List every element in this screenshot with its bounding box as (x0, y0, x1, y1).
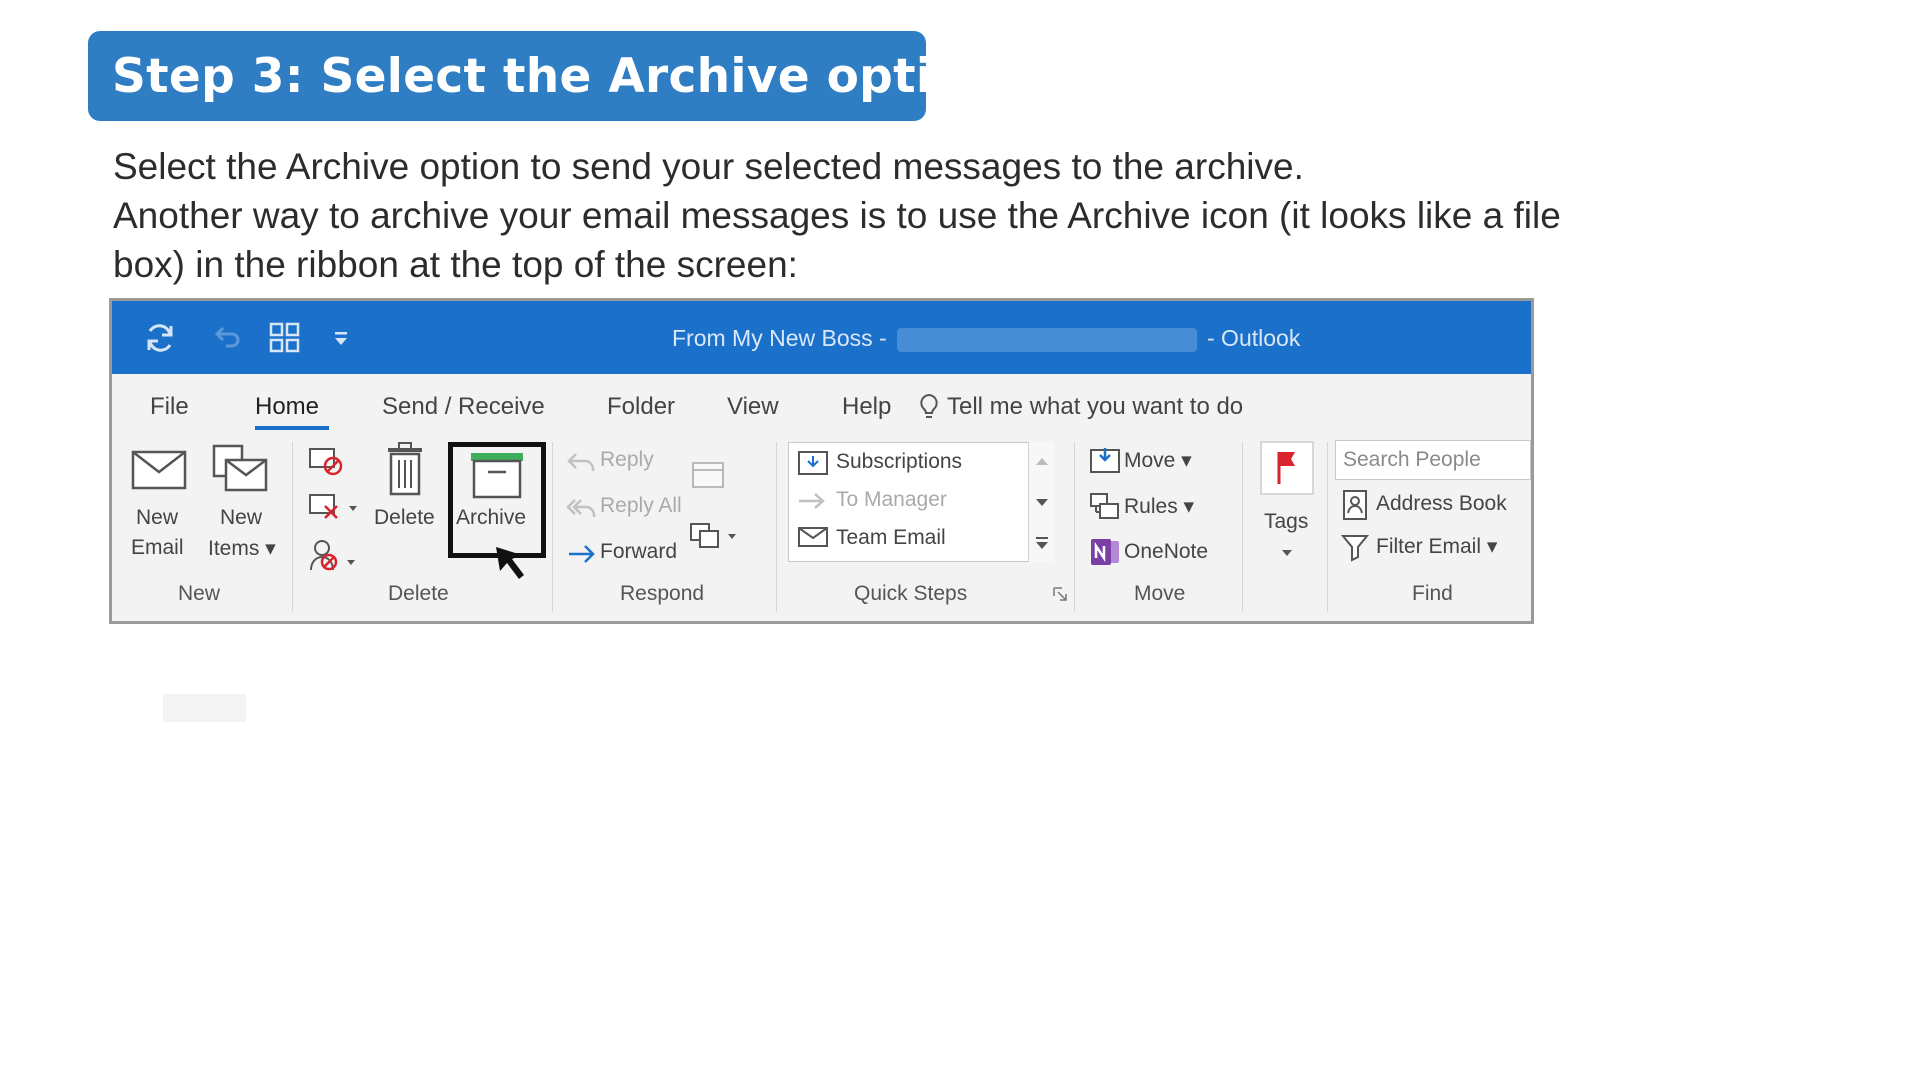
tab-file[interactable]: File (150, 393, 189, 421)
reply-label[interactable]: Reply (600, 448, 654, 472)
step-title: Step 3: Select the Archive option (112, 48, 999, 104)
apps-grid-icon[interactable] (267, 320, 303, 356)
filter-icon[interactable] (1340, 532, 1370, 562)
onenote-button[interactable]: OneNote (1124, 540, 1208, 564)
quick-step-subscriptions[interactable]: Subscriptions (836, 450, 962, 474)
address-book-icon[interactable] (1340, 488, 1370, 522)
group-label-respond: Respond (620, 582, 705, 605)
outlook-ribbon-screenshot: From My New Boss - - Outlook File Home S… (109, 298, 1534, 624)
tab-send-receive[interactable]: Send / Receive (382, 393, 545, 421)
new-items-label-2[interactable]: Items ▾ (208, 536, 276, 561)
new-email-label-2[interactable]: Email (131, 536, 184, 560)
more-respond-icon[interactable] (688, 516, 742, 554)
onenote-icon[interactable] (1088, 536, 1122, 568)
outlook-titlebar: From My New Boss - - Outlook (112, 301, 1531, 374)
new-items-icon[interactable] (212, 442, 270, 496)
group-separator (1327, 442, 1328, 612)
group-label-delete: Delete (388, 582, 449, 605)
to-manager-icon[interactable] (796, 486, 830, 516)
scroll-up-icon[interactable] (1035, 456, 1049, 466)
mouse-cursor-icon (496, 547, 524, 579)
archive-label[interactable]: Archive (456, 506, 526, 530)
active-tab-indicator (255, 426, 329, 430)
tab-folder[interactable]: Folder (607, 393, 675, 421)
step-description: Select the Archive option to send your s… (113, 142, 1573, 289)
quick-step-to-manager[interactable]: To Manager (836, 488, 947, 512)
tags-flag-icon[interactable] (1259, 440, 1315, 496)
step-banner: Step 3: Select the Archive option (88, 31, 998, 121)
undo-icon[interactable] (212, 320, 242, 356)
customize-toolbar-icon[interactable] (332, 320, 350, 356)
tab-home[interactable]: Home (255, 393, 319, 421)
quick-steps-scrollbar[interactable] (1028, 442, 1054, 562)
new-email-icon[interactable] (130, 446, 188, 492)
home-ribbon: New Email New Items ▾ New Delete Archive… (112, 432, 1531, 621)
group-separator (1242, 442, 1243, 612)
delete-trash-icon[interactable] (382, 442, 428, 498)
tags-dropdown-icon[interactable] (1281, 548, 1293, 558)
ribbon-tabs: File Home Send / Receive Folder View Hel… (112, 374, 1531, 432)
new-items-label-1[interactable]: New (220, 506, 262, 530)
forward-icon[interactable] (566, 540, 598, 568)
search-people-placeholder: Search People (1343, 448, 1481, 471)
reply-icon[interactable] (566, 448, 598, 476)
group-label-move: Move (1134, 582, 1186, 605)
expand-gallery-icon[interactable] (1035, 536, 1049, 550)
forward-label[interactable]: Forward (600, 540, 677, 564)
rules-button[interactable]: Rules ▾ (1124, 494, 1194, 519)
group-separator (776, 442, 777, 612)
window-title: From My New Boss - (672, 325, 887, 351)
group-separator (292, 442, 293, 612)
reply-all-icon[interactable] (566, 494, 598, 522)
filter-email-button[interactable]: Filter Email ▾ (1376, 534, 1497, 559)
ignore-icon[interactable] (307, 444, 345, 478)
move-icon[interactable] (1088, 444, 1122, 476)
quick-step-team-email[interactable]: Team Email (836, 526, 946, 550)
scroll-down-icon[interactable] (1035, 498, 1049, 508)
dialog-launcher-icon[interactable] (1052, 586, 1068, 602)
tab-view[interactable]: View (727, 393, 779, 421)
group-label-new: New (178, 582, 221, 605)
tags-button[interactable]: Tags (1264, 510, 1308, 534)
group-separator (552, 442, 553, 612)
move-button[interactable]: Move ▾ (1124, 448, 1192, 473)
lightbulb-icon (920, 393, 938, 418)
subscriptions-icon[interactable] (796, 448, 830, 478)
search-people-input[interactable]: Search People (1335, 440, 1531, 480)
clean-up-icon[interactable] (307, 490, 361, 524)
address-book-button[interactable]: Address Book (1376, 492, 1507, 516)
group-label-find: Find (1412, 582, 1453, 605)
sync-icon[interactable] (142, 320, 178, 356)
description-line-1: Select the Archive option to send your s… (113, 146, 1304, 187)
team-email-icon[interactable] (796, 522, 830, 552)
junk-icon[interactable] (307, 536, 361, 574)
faint-artifact (163, 694, 246, 722)
archive-icon[interactable] (468, 450, 526, 500)
description-line-2: Another way to archive your email messag… (113, 195, 1561, 285)
delete-label[interactable]: Delete (374, 506, 435, 530)
rules-icon[interactable] (1088, 490, 1122, 522)
group-label-quick-steps: Quick Steps (854, 582, 968, 605)
reply-all-label[interactable]: Reply All (600, 494, 682, 518)
tell-me-search[interactable]: Tell me what you want to do (947, 393, 1243, 421)
meeting-reply-icon[interactable] (690, 458, 726, 492)
app-name: - Outlook (1207, 325, 1301, 351)
new-email-label-1[interactable]: New (136, 506, 178, 530)
redacted-subject (897, 328, 1197, 352)
group-separator (1074, 442, 1075, 612)
tab-help[interactable]: Help (842, 393, 891, 421)
